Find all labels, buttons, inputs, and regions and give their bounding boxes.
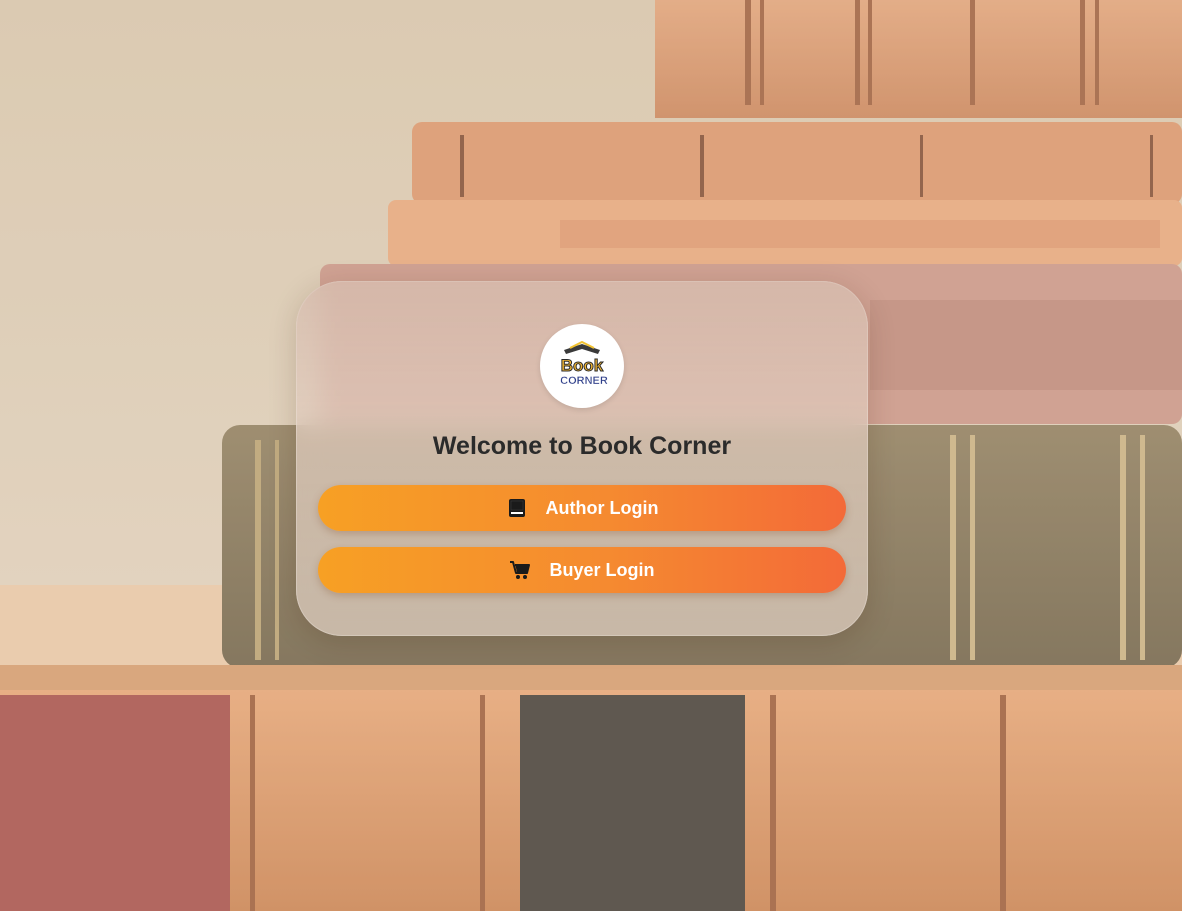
book-icon xyxy=(506,497,528,519)
login-card: Book CORNER Welcome to Book Corner Autho… xyxy=(296,281,868,636)
logo-text-book: Book xyxy=(561,356,604,375)
author-login-button[interactable]: Author Login xyxy=(318,485,846,531)
buyer-login-button[interactable]: Buyer Login xyxy=(318,547,846,593)
page-title: Welcome to Book Corner xyxy=(432,432,732,460)
buyer-login-label: Buyer Login xyxy=(549,559,655,580)
cart-icon xyxy=(509,559,531,581)
author-login-label: Author Login xyxy=(545,497,659,518)
book-corner-logo: Book CORNER xyxy=(540,324,624,408)
logo-mark-icon: Book CORNER xyxy=(560,340,608,387)
logo-text-corner: CORNER xyxy=(560,375,608,387)
